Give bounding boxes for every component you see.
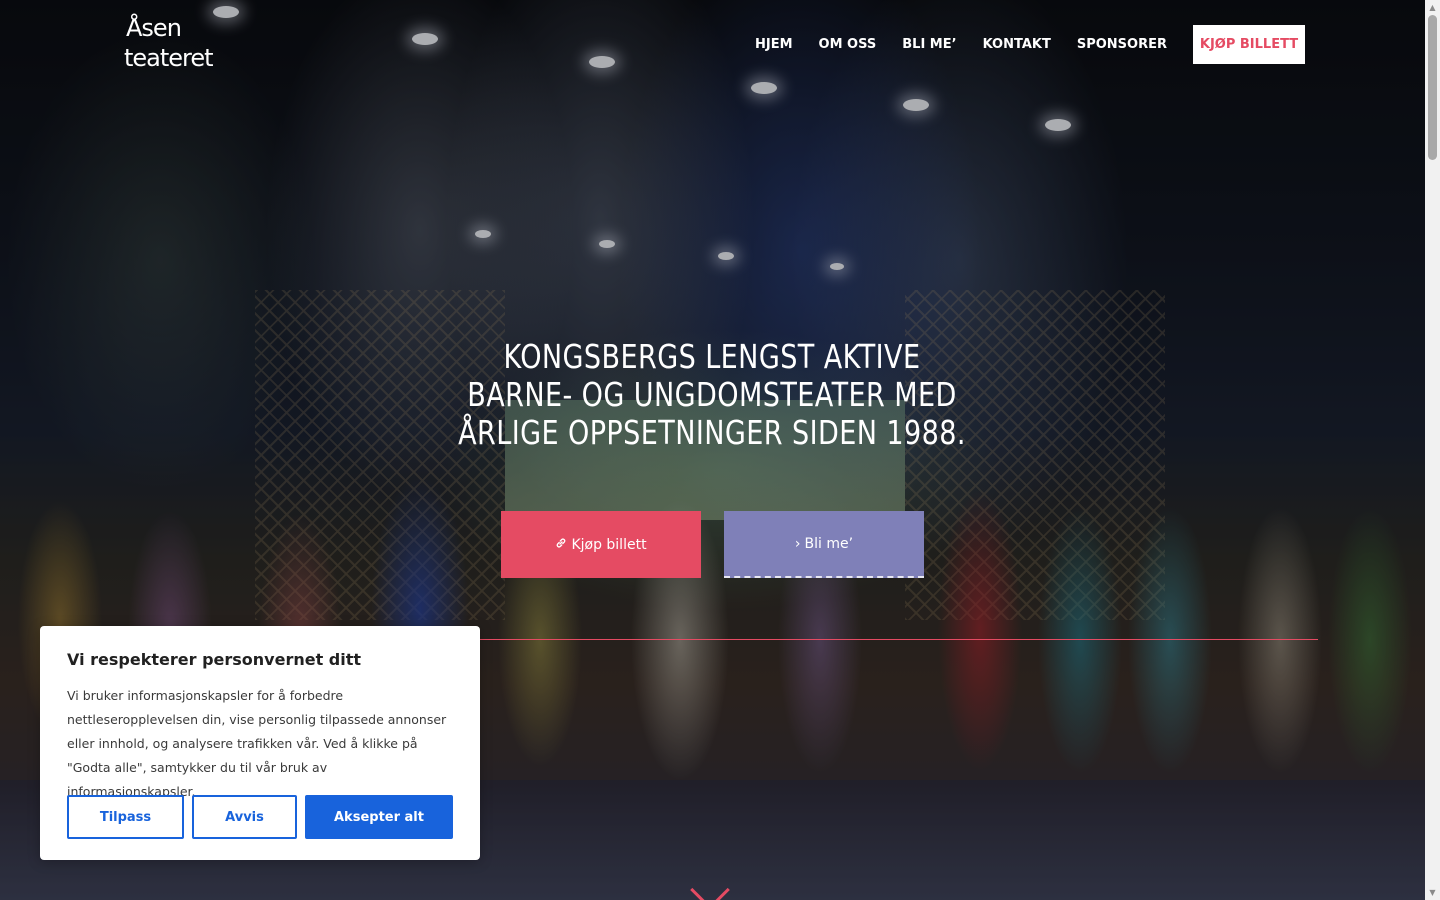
logo-line-2: teateret <box>124 44 214 72</box>
buy-ticket-nav-button[interactable]: KJØP BILLETT <box>1193 25 1305 64</box>
scroll-up-arrow-icon[interactable]: ▲ <box>1425 0 1440 15</box>
link-icon <box>555 537 567 552</box>
nav-item-om-oss[interactable]: OM OSS <box>819 38 877 51</box>
scroll-down-arrow-icon[interactable]: ▼ <box>1425 885 1440 900</box>
cookie-title: Vi respekterer personvernet ditt <box>67 650 362 669</box>
logo-line-1: Åsen <box>126 14 182 42</box>
nav-item-hjem[interactable]: HJEM <box>755 38 793 51</box>
nav-item-sponsorer[interactable]: SPONSORER <box>1077 38 1167 51</box>
chevron-right-icon: › <box>794 535 801 552</box>
page-scrollbar[interactable]: ▲ ▼ <box>1425 0 1440 900</box>
hero-headline: KONGSBERGS LENGST AKTIVE BARNE- OG UNGDO… <box>458 337 966 452</box>
cookie-consent-banner: Vi respekterer personvernet ditt Vi bruk… <box>40 626 480 860</box>
main-nav: HJEM OM OSS BLI ME’ KONTAKT SPONSORER KJ… <box>755 25 1305 64</box>
join-button[interactable]: › Bli me’ <box>724 511 924 578</box>
cookie-customize-button[interactable]: Tilpass <box>67 795 184 839</box>
cookie-reject-button[interactable]: Avvis <box>192 795 297 839</box>
cookie-text: Vi bruker informasjonskapsler for å forb… <box>67 688 447 799</box>
hero-divider <box>480 639 1318 640</box>
scrollbar-thumb[interactable] <box>1428 15 1437 160</box>
buy-ticket-button[interactable]: Kjøp billett <box>501 511 701 578</box>
site-logo[interactable]: Åsen teateret <box>124 14 214 78</box>
buy-ticket-label: Kjøp billett <box>571 536 647 553</box>
nav-item-bli-me[interactable]: BLI ME’ <box>902 38 956 51</box>
nav-item-kontakt[interactable]: KONTAKT <box>983 38 1051 51</box>
cookie-accept-all-button[interactable]: Aksepter alt <box>305 795 453 839</box>
join-label: Bli me’ <box>804 535 854 552</box>
